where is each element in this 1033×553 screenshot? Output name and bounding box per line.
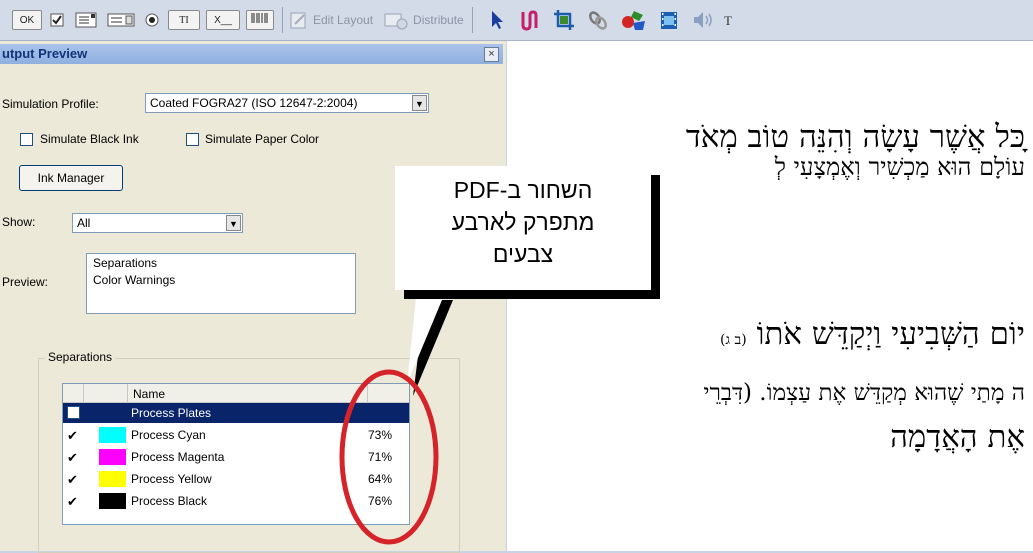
callout-bubble: השחור ב-PDF מתפרק לארבע צבעים: [395, 166, 651, 290]
callout-pointer: [407, 288, 447, 384]
callout-text: השחור ב-PDF מתפרק לארבע צבעים: [395, 174, 651, 270]
callout-line: צבעים: [492, 241, 554, 267]
highlight-circle: [339, 369, 439, 545]
callout-line: השחור ב-PDF: [453, 177, 593, 203]
callout-line: מתפרק לארבע: [451, 209, 595, 235]
